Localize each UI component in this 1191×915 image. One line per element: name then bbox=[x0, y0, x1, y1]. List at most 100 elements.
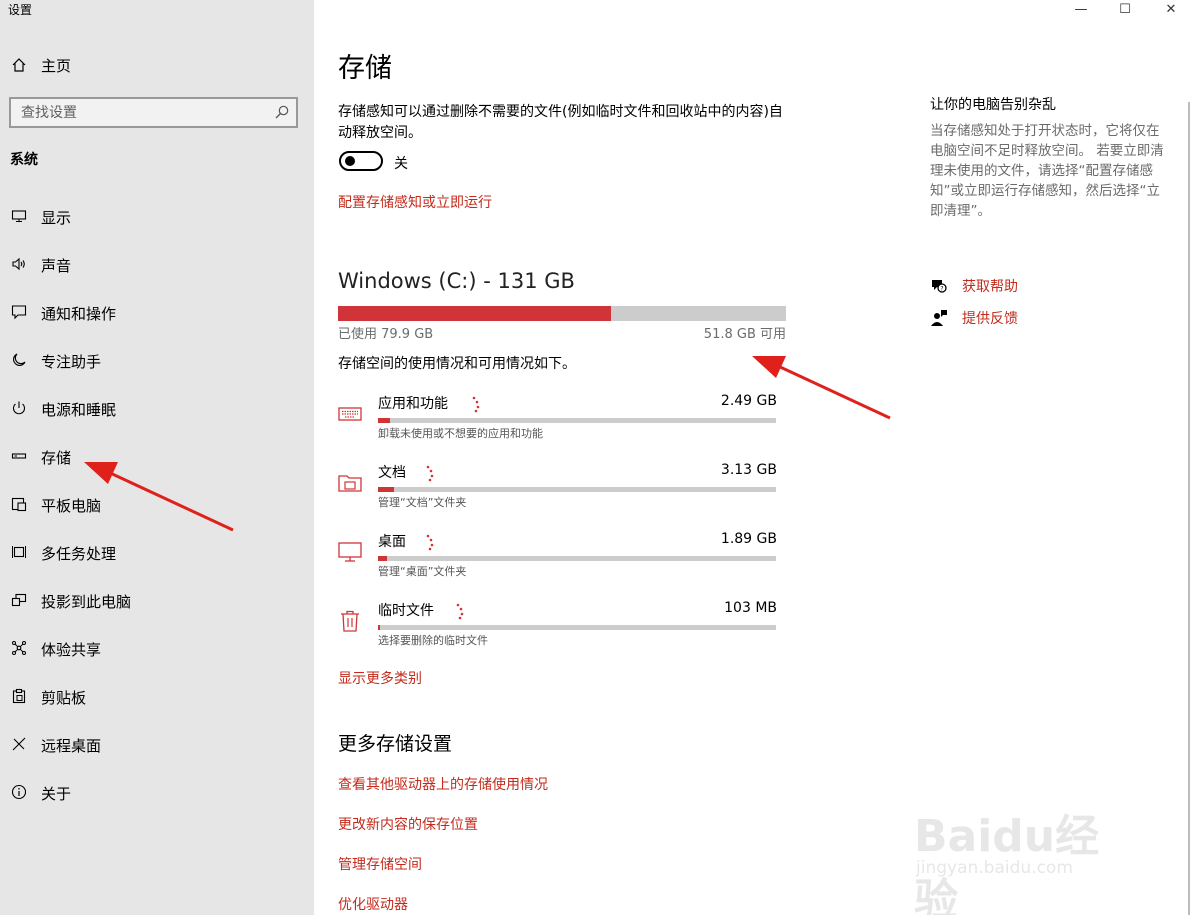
get-help-link[interactable]: ? 获取帮助 bbox=[930, 276, 1018, 296]
category-apps[interactable]: 应用和功能 2.49 GB 卸载未使用或不想要的应用和功能 bbox=[338, 393, 778, 462]
sidebar-item-notifications[interactable]: 通知和操作 bbox=[0, 288, 314, 336]
sidebar-item-label: 通知和操作 bbox=[41, 305, 117, 323]
other-drives-link[interactable]: 查看其他驱动器上的存储使用情况 bbox=[338, 774, 548, 794]
sidebar-item-shared-experiences[interactable]: 体验共享 bbox=[0, 624, 314, 672]
sidebar-item-label: 声音 bbox=[41, 257, 72, 275]
sidebar-item-label: 主页 bbox=[41, 57, 72, 75]
notification-icon bbox=[9, 302, 29, 322]
sidebar-item-remote-desktop[interactable]: 远程桌面 bbox=[0, 720, 314, 768]
home-icon bbox=[9, 55, 29, 75]
sidebar-item-storage[interactable]: 存储 bbox=[0, 432, 314, 480]
close-button[interactable]: ✕ bbox=[1151, 0, 1191, 18]
sidebar-item-home[interactable]: 主页 bbox=[0, 50, 314, 80]
search-icon[interactable] bbox=[274, 104, 290, 120]
category-documents[interactable]: 文档 3.13 GB 管理“文档”文件夹 bbox=[338, 462, 778, 531]
used-space-label: 已使用 79.9 GB bbox=[338, 327, 434, 342]
search-input[interactable] bbox=[21, 103, 261, 122]
category-desktop[interactable]: 桌面 1.89 GB 管理“桌面”文件夹 bbox=[338, 531, 778, 600]
change-save-location-link[interactable]: 更改新内容的保存位置 bbox=[338, 814, 478, 834]
help-chat-icon: ? bbox=[930, 277, 948, 295]
info-icon bbox=[9, 782, 29, 802]
loading-spinner-icon bbox=[424, 533, 438, 553]
more-settings-heading: 更多存储设置 bbox=[338, 733, 453, 755]
scrollbar[interactable] bbox=[1188, 102, 1190, 915]
drive-usage-fill bbox=[338, 306, 612, 321]
keyboard-icon bbox=[338, 402, 362, 426]
loading-spinner-icon bbox=[424, 464, 438, 484]
storage-sense-toggle[interactable] bbox=[339, 151, 383, 171]
sound-icon bbox=[9, 254, 29, 274]
category-name: 桌面 bbox=[378, 534, 406, 550]
sidebar-item-tablet[interactable]: 平板电脑 bbox=[0, 480, 314, 528]
category-usage-fill bbox=[378, 487, 394, 492]
drive-usage-bar bbox=[338, 306, 786, 321]
optimize-drives-link[interactable]: 优化驱动器 bbox=[338, 894, 408, 914]
manage-storage-spaces-link[interactable]: 管理存储空间 bbox=[338, 854, 422, 874]
minimize-button[interactable]: — bbox=[1061, 0, 1101, 18]
sidebar-item-clipboard[interactable]: 剪贴板 bbox=[0, 672, 314, 720]
sidebar-item-label: 专注助手 bbox=[41, 353, 102, 371]
page-title: 存储 bbox=[338, 53, 392, 84]
app-title: 设置 bbox=[8, 3, 33, 17]
main-content: — ☐ ✕ 存储 存储感知可以通过删除不需要的文件(例如临时文件和回收站中的内容… bbox=[314, 0, 1191, 915]
category-name: 临时文件 bbox=[378, 603, 434, 619]
feedback-icon bbox=[930, 309, 948, 327]
toggle-knob bbox=[345, 156, 355, 166]
project-icon bbox=[9, 590, 29, 610]
maximize-button[interactable]: ☐ bbox=[1105, 0, 1145, 18]
category-usage-fill bbox=[378, 418, 390, 423]
sidebar-item-about[interactable]: 关于 bbox=[0, 768, 314, 816]
multitask-icon bbox=[9, 542, 29, 562]
drive-title: Windows (C:) - 131 GB bbox=[338, 269, 575, 293]
search-box[interactable] bbox=[9, 97, 298, 128]
remote-icon bbox=[9, 734, 29, 754]
feedback-label[interactable]: 提供反馈 bbox=[962, 308, 1018, 328]
related-title: 让你的电脑告别杂乱 bbox=[930, 97, 1056, 113]
sidebar-item-project[interactable]: 投影到此电脑 bbox=[0, 576, 314, 624]
folder-icon bbox=[338, 471, 362, 495]
sidebar-item-label: 电源和睡眠 bbox=[41, 401, 117, 419]
svg-text:?: ? bbox=[940, 286, 943, 293]
sidebar-item-power[interactable]: 电源和睡眠 bbox=[0, 384, 314, 432]
feedback-link[interactable]: 提供反馈 bbox=[930, 308, 1018, 328]
category-usage-fill bbox=[378, 625, 380, 630]
sidebar-item-label: 投影到此电脑 bbox=[41, 593, 132, 611]
get-help-label[interactable]: 获取帮助 bbox=[962, 276, 1018, 296]
category-usage-bar bbox=[378, 556, 776, 561]
storage-icon bbox=[9, 446, 29, 466]
sidebar-item-label: 远程桌面 bbox=[41, 737, 102, 755]
sidebar-item-label: 体验共享 bbox=[41, 641, 102, 659]
watermark-url: jingyan.baidu.com bbox=[916, 858, 1073, 878]
category-temp-files[interactable]: 临时文件 103 MB 选择要删除的临时文件 bbox=[338, 600, 778, 669]
category-description: 管理“文档”文件夹 bbox=[378, 496, 467, 509]
monitor-icon bbox=[338, 540, 362, 564]
sidebar: 设置 主页 系统 显示 声音 通知和操作 专注助手 bbox=[0, 0, 314, 915]
sidebar-item-focus-assist[interactable]: 专注助手 bbox=[0, 336, 314, 384]
category-name: 文档 bbox=[378, 465, 406, 481]
sidebar-item-label: 存储 bbox=[41, 449, 72, 467]
loading-spinner-icon bbox=[454, 602, 468, 622]
power-icon bbox=[9, 398, 29, 418]
watermark: Baidu经验 jingyan.baidu.com bbox=[914, 786, 1126, 915]
free-space-label: 51.8 GB 可用 bbox=[703, 327, 786, 342]
sidebar-item-label: 剪贴板 bbox=[41, 689, 87, 707]
clipboard-icon bbox=[9, 686, 29, 706]
configure-storage-sense-link[interactable]: 配置存储感知或立即运行 bbox=[338, 192, 492, 212]
usage-description: 存储空间的使用情况和可用情况如下。 bbox=[338, 356, 576, 372]
display-icon bbox=[9, 206, 29, 226]
category-description: 管理“桌面”文件夹 bbox=[378, 565, 467, 578]
category-size: 1.89 GB bbox=[720, 531, 777, 547]
category-size: 3.13 GB bbox=[720, 462, 777, 478]
storage-sense-description: 存储感知可以通过删除不需要的文件(例如临时文件和回收站中的内容)自动释放空间。 bbox=[338, 104, 783, 141]
category-description: 选择要删除的临时文件 bbox=[378, 634, 488, 647]
category-usage-bar bbox=[378, 418, 776, 423]
sidebar-item-label: 显示 bbox=[41, 209, 72, 227]
toggle-state-label: 关 bbox=[394, 156, 408, 172]
sidebar-item-sound[interactable]: 声音 bbox=[0, 240, 314, 288]
category-size: 103 MB bbox=[724, 600, 777, 616]
sidebar-item-multitasking[interactable]: 多任务处理 bbox=[0, 528, 314, 576]
show-more-categories-link[interactable]: 显示更多类别 bbox=[338, 668, 422, 688]
category-description: 卸载未使用或不想要的应用和功能 bbox=[378, 427, 543, 440]
sidebar-item-display[interactable]: 显示 bbox=[0, 192, 314, 240]
section-label: 系统 bbox=[10, 152, 38, 168]
